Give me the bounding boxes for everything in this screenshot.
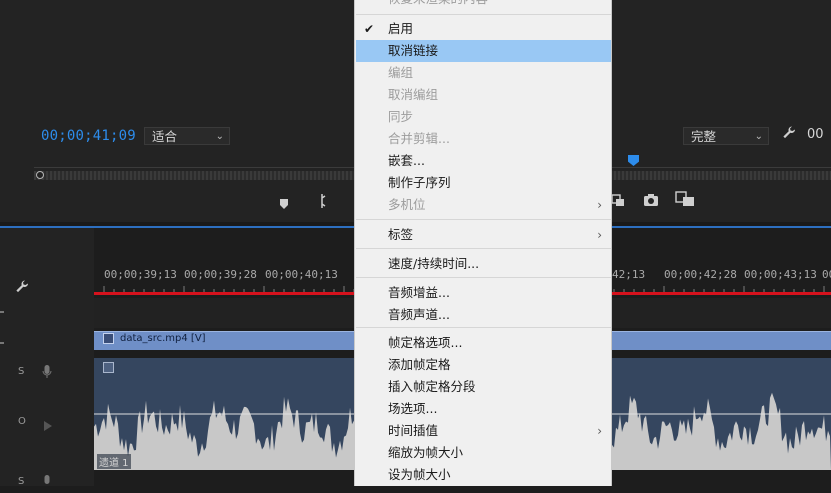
menu-item-label: 添加帧定格 bbox=[388, 357, 451, 372]
fit-dropdown[interactable]: 适合 ⌄ bbox=[144, 127, 230, 145]
settings-wrench-icon[interactable] bbox=[781, 126, 797, 146]
submenu-arrow-icon: › bbox=[597, 228, 602, 242]
playhead-timecode[interactable]: 00;00;41;09 bbox=[41, 128, 136, 144]
add-marker-icon[interactable] bbox=[279, 194, 289, 209]
menu-item: 编组 bbox=[356, 62, 611, 84]
menu-item[interactable]: 音频声道... bbox=[356, 304, 611, 326]
camera-icon[interactable] bbox=[643, 192, 659, 211]
submenu-arrow-icon: › bbox=[597, 198, 602, 212]
menu-separator bbox=[356, 14, 611, 15]
track-header-column bbox=[0, 228, 94, 486]
menu-item-label: 时间插值 bbox=[388, 423, 439, 438]
solo-track-label[interactable]: S bbox=[18, 366, 24, 377]
track-edge-mark bbox=[0, 342, 4, 344]
playback-resolution-dropdown[interactable]: 完整 ⌄ bbox=[683, 127, 769, 145]
chevron-down-icon: ⌄ bbox=[754, 131, 763, 142]
duration-timecode-partial: 00 bbox=[807, 127, 824, 142]
ruler-tick-label: 00;00;39;13 bbox=[104, 268, 177, 281]
menu-separator bbox=[356, 248, 611, 249]
menu-item[interactable]: 时间插值 › bbox=[356, 420, 611, 442]
menu-item-label: 取消链接 bbox=[388, 43, 439, 58]
ruler-tick-label: 00;00;42;28 bbox=[664, 268, 737, 281]
menu-item[interactable]: 帧定格选项... bbox=[356, 332, 611, 354]
clip-context-menu: 恢复未渲染的内容 启用 ✔ 取消链接编组取消编组同步合并剪辑... 嵌套... 制作子序… bbox=[354, 0, 612, 486]
menu-item[interactable]: 设为帧大小 bbox=[356, 464, 611, 486]
menu-item-label: 编组 bbox=[388, 65, 414, 80]
comparison-view-icon[interactable] bbox=[675, 191, 695, 211]
menu-item-label: 取消编组 bbox=[388, 87, 439, 102]
menu-item[interactable]: 制作子序列 bbox=[356, 172, 611, 194]
menu-item[interactable]: 插入帧定格分段 bbox=[356, 376, 611, 398]
ruler-tick-label: 00 bbox=[822, 268, 831, 281]
menu-separator bbox=[356, 277, 611, 278]
menu-item-label: 插入帧定格分段 bbox=[388, 379, 476, 394]
menu-item[interactable]: 音频增益... bbox=[356, 282, 611, 304]
menu-item[interactable]: 速度/持续时间... bbox=[356, 253, 611, 275]
menu-item-label: 启用 bbox=[388, 21, 414, 36]
video-clip-name: data_src.mp4 [V] bbox=[120, 333, 206, 344]
menu-item: 合并剪辑... bbox=[356, 128, 611, 150]
menu-item: 同步 bbox=[356, 106, 611, 128]
menu-item[interactable]: 添加帧定格 bbox=[356, 354, 611, 376]
checkmark-icon: ✔ bbox=[364, 22, 375, 36]
menu-item-label: 合并剪辑... bbox=[388, 131, 450, 146]
menu-item-label: 帧定格选项... bbox=[388, 335, 463, 350]
track-edge-mark bbox=[0, 311, 4, 313]
menu-separator bbox=[356, 327, 611, 328]
menu-item-label: 标签 bbox=[388, 227, 414, 242]
menu-item[interactable]: 场选项... bbox=[356, 398, 611, 420]
menu-item-label: 多机位 bbox=[388, 197, 426, 212]
menu-item[interactable]: 缩放为帧大小 bbox=[356, 442, 611, 464]
menu-item[interactable]: 取消链接 bbox=[356, 40, 611, 62]
play-arrow-icon[interactable] bbox=[44, 416, 52, 435]
menu-item[interactable]: 嵌套... bbox=[356, 150, 611, 172]
chevron-down-icon: ⌄ bbox=[215, 131, 224, 142]
menu-item-partial: 恢复未渲染的内容 bbox=[356, 0, 611, 10]
microphone-icon[interactable] bbox=[42, 474, 52, 493]
menu-item-label: 同步 bbox=[388, 109, 414, 124]
fit-dropdown-label: 适合 bbox=[152, 129, 178, 144]
menu-separator bbox=[356, 219, 611, 220]
mark-in-icon[interactable] bbox=[318, 193, 326, 208]
timeline-settings-wrench-icon[interactable] bbox=[14, 280, 30, 300]
ruler-tick-label: 00;00;40;13 bbox=[265, 268, 338, 281]
menu-item-label: 制作子序列 bbox=[388, 175, 451, 190]
submenu-arrow-icon: › bbox=[597, 424, 602, 438]
microphone-icon[interactable] bbox=[42, 364, 52, 383]
menu-item-label: 音频声道... bbox=[388, 307, 450, 322]
ruler-tick-label: 00;00;43;13 bbox=[744, 268, 817, 281]
fx-badge-icon bbox=[103, 362, 114, 373]
export-frame-partial-icon[interactable] bbox=[611, 192, 625, 211]
menu-item-label: 音频增益... bbox=[388, 285, 450, 300]
track-output-label[interactable]: O bbox=[18, 416, 26, 427]
menu-item[interactable]: 标签 › bbox=[356, 224, 611, 246]
menu-item[interactable]: 启用 ✔ bbox=[356, 18, 611, 40]
menu-item: 取消编组 bbox=[356, 84, 611, 106]
solo-track-label[interactable]: S bbox=[18, 476, 24, 487]
menu-item-label: 嵌套... bbox=[388, 153, 425, 168]
menu-item-label: 场选项... bbox=[388, 401, 438, 416]
menu-item-label: 速度/持续时间... bbox=[388, 256, 480, 271]
audio-track-label: 遗道 1 bbox=[97, 454, 131, 469]
zoom-handle-icon[interactable] bbox=[36, 171, 44, 179]
ruler-tick-label: 00;00;39;28 bbox=[184, 268, 257, 281]
menu-item-label: 设为帧大小 bbox=[388, 467, 451, 482]
fx-badge-icon bbox=[103, 333, 114, 344]
resolution-dropdown-label: 完整 bbox=[691, 129, 717, 144]
menu-item: 多机位 › bbox=[356, 194, 611, 216]
ruler-tick-label: 42;13 bbox=[612, 268, 646, 281]
menu-item-label: 缩放为帧大小 bbox=[388, 445, 464, 460]
